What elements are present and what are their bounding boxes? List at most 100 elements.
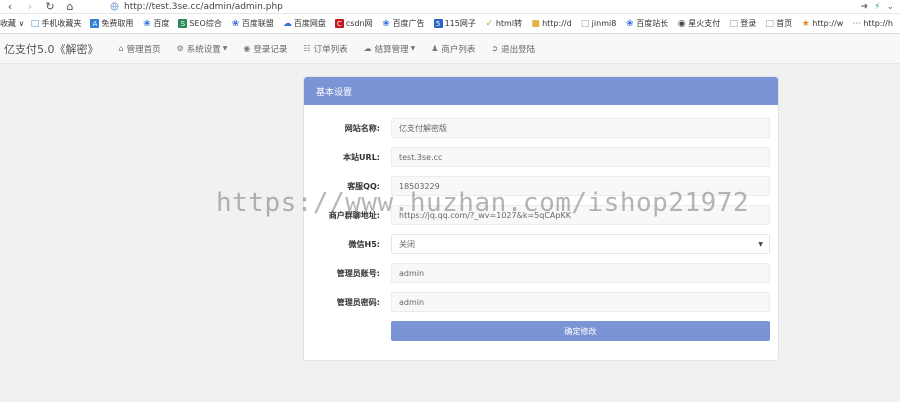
back-icon[interactable]: ‹ xyxy=(0,0,20,14)
field-label: 微信H5: xyxy=(348,239,380,249)
folder-icon: ■ xyxy=(531,18,540,29)
nav-item-label: 退出登陆 xyxy=(501,44,536,55)
reload-icon[interactable]: ↻ xyxy=(40,0,60,14)
bookmark-label: 手机收藏夹 xyxy=(41,19,82,28)
gear-icon: ⚙ xyxy=(176,44,184,53)
bookmarks-bar: 收藏 ∨ □ 手机收藏夹 A 免费取用 ❀ 百度 S SEO综合 ❀ 百度联盟 ☁ 百度网盘 Ccsdn… xyxy=(0,14,900,34)
bookmark-label: 星火支付 xyxy=(688,19,721,28)
bookmark-label: 百度 xyxy=(153,19,170,28)
bookmark-item[interactable]: ❀ 百度站长 xyxy=(625,18,668,29)
submit-button[interactable]: 确定修改 xyxy=(391,321,770,341)
nav-item-label: 登录记录 xyxy=(253,44,288,55)
field-input-2[interactable]: test.3se.cc xyxy=(391,147,770,167)
nav-item-label: 管理首页 xyxy=(126,44,161,55)
nav-item-5[interactable]: ☁ 结算管理 ▼ xyxy=(364,43,416,55)
field-input-1[interactable]: 亿支付解密版 xyxy=(391,118,770,138)
form-row: 微信H5: 关闭 ▼ xyxy=(304,234,780,254)
nav-item-label: 系统设置 xyxy=(186,44,221,55)
bookmark-label: csdn网 xyxy=(345,19,373,28)
form-row: 本站URL: test.3se.cc xyxy=(304,147,780,167)
document-icon: □ xyxy=(729,18,739,29)
bookmark-label: 免费取用 xyxy=(101,19,134,28)
field-label: 本站URL: xyxy=(343,152,380,162)
field-input-7[interactable]: admin xyxy=(391,292,770,312)
bookmark-label: 115网子 xyxy=(444,19,476,28)
form-row: 网站名称: 亿支付解密版 xyxy=(304,118,780,138)
globe-icon xyxy=(108,1,120,13)
cloud-icon: ☁ xyxy=(282,18,292,29)
bookmark-item[interactable]: □ 手机收藏夹 xyxy=(30,18,82,29)
nav-item-2[interactable]: ⚙ 系统设置 ▼ xyxy=(177,43,228,55)
field-input-6[interactable]: admin xyxy=(391,263,770,283)
field-label: 网站名称: xyxy=(344,123,380,133)
bookmark-item[interactable]: Ccsdn网 xyxy=(334,18,373,29)
nav-item-7[interactable]: ➲ 退出登陆 xyxy=(491,43,535,55)
paw-icon: ❀ xyxy=(231,18,240,29)
bookmark-label: jinmi8 xyxy=(591,19,617,28)
star-icon: ★ xyxy=(801,18,810,29)
field-input-4[interactable]: https://jq.qq.com/?_wv=1027&k=5qCApKK xyxy=(391,205,770,225)
bookmark-item[interactable]: ✓ html转 xyxy=(485,18,523,29)
bookmarks-menu[interactable]: 收藏 ∨ xyxy=(0,18,24,29)
user-icon: ♟ xyxy=(431,44,439,53)
bookmark-item[interactable]: S SEO综合 xyxy=(178,18,222,29)
share-icon[interactable]: ➜ xyxy=(861,2,869,12)
nav-item-label: 结算管理 xyxy=(374,44,409,55)
paw-icon: ❀ xyxy=(626,18,634,29)
chevron-down-icon[interactable]: ⌄ xyxy=(886,2,894,12)
caret-down-icon: ▼ xyxy=(410,45,416,52)
caret-down-icon: ▼ xyxy=(222,45,228,52)
bookmark-item[interactable]: A 免费取用 xyxy=(90,18,133,29)
bookmark-item[interactable]: □ 首页 xyxy=(765,18,793,29)
bookmark-item[interactable]: ❀ 百度 xyxy=(142,18,169,29)
seo-icon: S xyxy=(178,19,188,28)
document-icon: □ xyxy=(580,18,590,29)
nav-item-4[interactable]: ☷ 订单列表 xyxy=(303,43,347,55)
nav-item-1[interactable]: ⌂ 管理首页 xyxy=(119,43,161,55)
bookmark-item[interactable]: ⋯ http://h xyxy=(852,19,893,29)
camera-icon: ◉ xyxy=(243,44,251,53)
nav-item-label: 商户列表 xyxy=(441,44,476,55)
form-row: 客服QQ: 18503229 xyxy=(304,176,780,196)
form-row: 商户群聊地址: https://jq.qq.com/?_wv=1027&k=5qC… xyxy=(304,205,780,225)
nav-item-3[interactable]: ◉ 登录记录 xyxy=(243,43,287,55)
lightning-icon[interactable]: ⚡ xyxy=(874,2,880,12)
bookmark-label: 百度广告 xyxy=(392,19,425,28)
url-field[interactable]: http://test.3se.cc/admin/admin.php xyxy=(124,2,283,12)
field-input-3[interactable]: 18503229 xyxy=(391,176,770,196)
document-icon: □ xyxy=(765,18,775,29)
field-value: 18503229 xyxy=(399,181,440,191)
field-label: 商户群聊地址: xyxy=(328,210,380,220)
bookmark-label: html转 xyxy=(495,19,523,28)
field-value: 关闭 xyxy=(399,239,415,249)
field-label: 管理员密码: xyxy=(336,297,380,307)
brand-title[interactable]: 亿支付5.0《解密》 xyxy=(4,41,99,57)
bookmark-label: SEO综合 xyxy=(189,19,222,28)
bookmark-item[interactable]: □ jinmi8 xyxy=(580,18,617,29)
panel-title: 基本设置 xyxy=(304,77,778,105)
bookmark-item[interactable]: ❀ 百度广告 xyxy=(382,18,425,29)
field-value: 亿支付解密版 xyxy=(399,123,447,133)
wechat-h5-select[interactable]: 关闭 ▼ xyxy=(391,234,770,254)
bookmark-item[interactable]: ☁ 百度网盘 xyxy=(283,18,326,29)
form-row: 管理员密码: admin xyxy=(304,292,780,312)
forward-icon[interactable]: › xyxy=(20,0,40,14)
bookmark-item[interactable]: 5 115网子 xyxy=(433,18,476,29)
bookmark-item[interactable]: □ 登录 xyxy=(729,18,757,29)
home-icon: ⌂ xyxy=(118,44,124,53)
bookmark-label: 首页 xyxy=(776,19,793,28)
nav-item-6[interactable]: ♟ 商户列表 xyxy=(431,43,475,55)
field-value: admin xyxy=(399,268,425,278)
bookmark-item[interactable]: ■ http://d xyxy=(531,18,572,29)
home-icon[interactable]: ⌂ xyxy=(60,0,80,14)
bookmark-item[interactable]: ◉ 星火支付 xyxy=(677,18,720,29)
bookmark-label: http://d xyxy=(542,19,572,28)
bookmark-label: 百度联盟 xyxy=(241,19,274,28)
browser-address-bar: ‹ › ↻ ⌂ http://test.3se.cc/admin/admin.p… xyxy=(0,0,900,14)
bookmark-item[interactable]: ❀ 百度联盟 xyxy=(231,18,274,29)
bookmark-label: 登录 xyxy=(740,19,757,28)
bookmark-label: 百度网盘 xyxy=(293,19,326,28)
field-value: admin xyxy=(399,297,425,307)
bookmark-item[interactable]: ★ http://w xyxy=(801,18,844,29)
number-5-icon: 5 xyxy=(433,19,443,28)
